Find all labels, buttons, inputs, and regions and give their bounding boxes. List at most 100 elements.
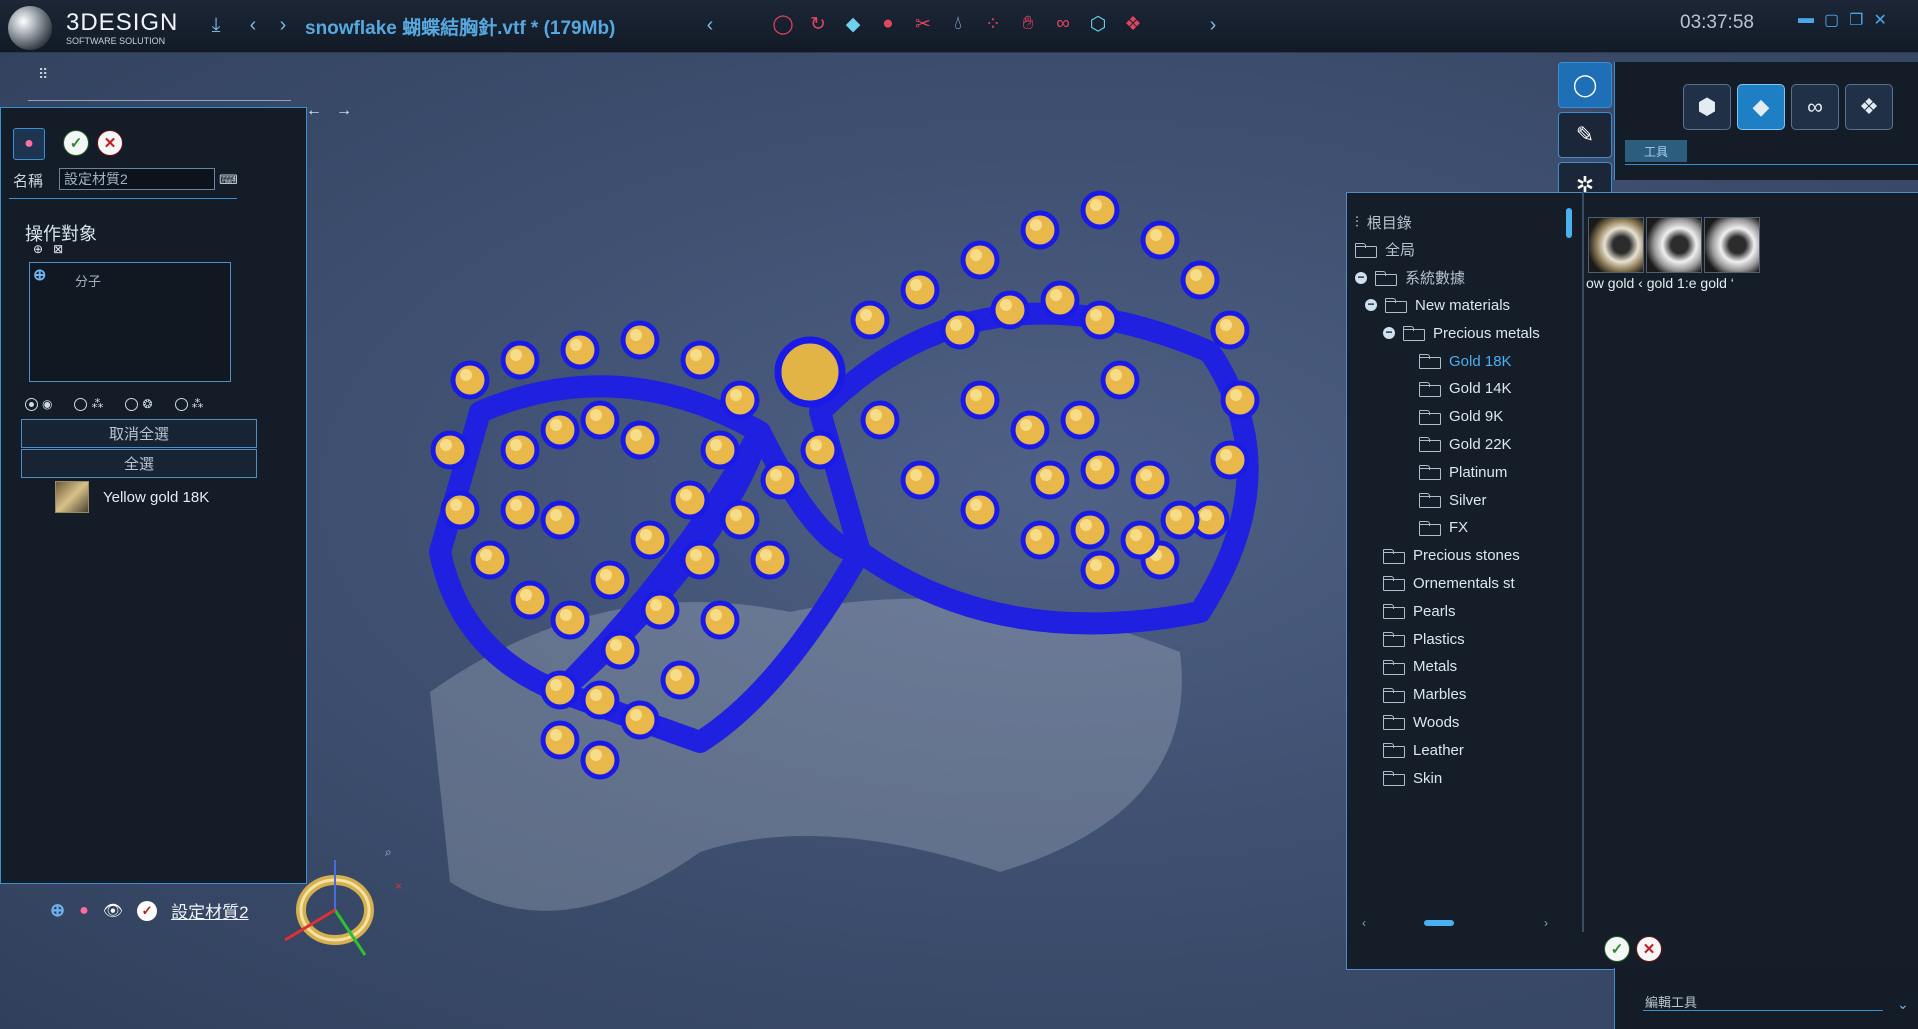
- gear-ring-icon[interactable]: ↻: [805, 10, 831, 38]
- gem-stone[interactable]: [540, 410, 580, 450]
- restore-icon[interactable]: ❐: [1849, 10, 1863, 30]
- gem-stone[interactable]: [500, 430, 540, 470]
- gem-stone[interactable]: [960, 240, 1000, 280]
- active-material-label[interactable]: 設定材質2: [171, 898, 248, 923]
- save-icon[interactable]: ⤓: [203, 12, 229, 38]
- select-all-button[interactable]: 全選: [21, 449, 257, 478]
- object-list[interactable]: ⊕ 分子: [29, 262, 231, 382]
- gem-stone[interactable]: [580, 740, 620, 780]
- grid-menu-icon[interactable]: ⠿: [38, 66, 48, 83]
- browser-confirm-button[interactable]: ✓: [1604, 936, 1630, 962]
- gem-stone[interactable]: [800, 430, 840, 470]
- ring-tool-button[interactable]: ◯: [1558, 62, 1612, 108]
- gem-stone[interactable]: [850, 300, 890, 340]
- gem-stone[interactable]: [540, 500, 580, 540]
- gem-stone[interactable]: [750, 540, 790, 580]
- collapse-icon[interactable]: −: [1383, 326, 1395, 340]
- gem-stone[interactable]: [900, 270, 940, 310]
- toolbar-scroll-left-icon[interactable]: ‹: [697, 12, 723, 38]
- gem-stone[interactable]: [470, 540, 510, 580]
- multi-gem-icon[interactable]: ❖: [1120, 10, 1146, 38]
- gem-stone[interactable]: [440, 490, 480, 530]
- link-icon[interactable]: ∞: [1050, 10, 1076, 38]
- checkmark-icon[interactable]: ✓: [137, 900, 158, 921]
- mode-radio-2[interactable]: ⁂: [74, 397, 103, 411]
- close-icon[interactable]: ✕: [1873, 10, 1886, 30]
- gem-stone[interactable]: [500, 490, 540, 530]
- gem-stone[interactable]: [670, 480, 710, 520]
- remove-object-icon[interactable]: ⊠: [53, 242, 73, 256]
- toolbar-scroll-right-icon[interactable]: ›: [1200, 12, 1226, 38]
- gem-stone[interactable]: [1030, 460, 1070, 500]
- gem-stone[interactable]: [620, 320, 660, 360]
- panel-arrows[interactable]: ←→: [306, 102, 366, 120]
- gem-stone[interactable]: [660, 660, 700, 700]
- confirm-button[interactable]: ✓: [63, 130, 89, 156]
- material-thumbnail-rose-gold[interactable]: [1704, 217, 1760, 273]
- gem-stone[interactable]: [510, 580, 550, 620]
- material-thumbnail-white-gold[interactable]: [1646, 217, 1702, 273]
- gem-icon[interactable]: ◆: [840, 10, 866, 38]
- forward-icon[interactable]: ›: [270, 12, 296, 38]
- browser-cancel-button[interactable]: ✕: [1636, 936, 1662, 962]
- gem-stone[interactable]: [960, 490, 1000, 530]
- tree-item[interactable]: Skin: [1383, 761, 1442, 795]
- gem-stone[interactable]: [580, 400, 620, 440]
- gem-stone[interactable]: [540, 670, 580, 710]
- gem-stone[interactable]: [700, 600, 740, 640]
- gem-stone[interactable]: [590, 560, 630, 600]
- gem-stone[interactable]: [1210, 440, 1250, 480]
- chevron-down-icon[interactable]: ⌄: [1897, 996, 1909, 1013]
- cut-icon[interactable]: ✂: [910, 10, 936, 38]
- gem-stone[interactable]: [720, 380, 760, 420]
- back-icon[interactable]: ‹: [240, 12, 266, 38]
- gem-stone[interactable]: [1080, 550, 1120, 590]
- center-gem-stone[interactable]: [774, 336, 846, 408]
- draw-tool-button[interactable]: ✎: [1558, 112, 1612, 158]
- gem-stone[interactable]: [680, 340, 720, 380]
- shapes-icon[interactable]: ⬢: [1683, 84, 1731, 130]
- gem-stone[interactable]: [1080, 450, 1120, 490]
- gem-stone[interactable]: [1020, 210, 1060, 250]
- rings-icon[interactable]: ∞: [1791, 84, 1839, 130]
- gem-stone[interactable]: [580, 680, 620, 720]
- gem-stone[interactable]: [1120, 520, 1160, 560]
- gem-setting-icon[interactable]: ❖: [1845, 84, 1893, 130]
- tab-tools[interactable]: 工具: [1625, 140, 1687, 162]
- minimize-icon[interactable]: ▬: [1798, 10, 1814, 30]
- add-icon[interactable]: ⊕: [33, 265, 46, 285]
- gem-stone[interactable]: [500, 340, 540, 380]
- gem-stone[interactable]: [960, 380, 1000, 420]
- cube-icon[interactable]: ⬡: [1085, 10, 1111, 38]
- gem-stone[interactable]: [760, 460, 800, 500]
- gem-stone[interactable]: [560, 330, 600, 370]
- gem-stone[interactable]: [450, 360, 490, 400]
- collapse-icon[interactable]: −: [1355, 271, 1367, 284]
- gem-stone[interactable]: [720, 500, 760, 540]
- gem-stone[interactable]: [640, 590, 680, 630]
- tree-scrollbar[interactable]: [1566, 208, 1572, 238]
- gem-stone[interactable]: [860, 400, 900, 440]
- gem-stone[interactable]: [550, 600, 590, 640]
- material-icon[interactable]: ●: [79, 902, 89, 920]
- maximize-icon[interactable]: ▢: [1824, 10, 1839, 30]
- hand-icon[interactable]: ✋︎: [1015, 10, 1041, 38]
- gem-stone[interactable]: [1220, 380, 1260, 420]
- material-icon[interactable]: ●: [875, 10, 901, 38]
- cancel-button[interactable]: ✕: [97, 130, 123, 156]
- gem-stone[interactable]: [1060, 400, 1100, 440]
- gem-stone[interactable]: [1210, 310, 1250, 350]
- gem-stone[interactable]: [1160, 500, 1200, 540]
- add-object-icon[interactable]: ⊕: [33, 242, 53, 256]
- mode-radio-4[interactable]: ⁂: [174, 397, 204, 411]
- gem-stone[interactable]: [700, 430, 740, 470]
- gem-stone[interactable]: [540, 720, 580, 760]
- gem-stone[interactable]: [680, 540, 720, 580]
- gem-icon[interactable]: ◆: [1737, 84, 1785, 130]
- gem-stone[interactable]: [1070, 510, 1110, 550]
- add-icon[interactable]: ⊕: [50, 900, 65, 921]
- gem-stone[interactable]: [630, 520, 670, 560]
- gem-stone[interactable]: [990, 290, 1030, 330]
- keyboard-icon[interactable]: ⌨: [219, 172, 238, 188]
- dots-icon[interactable]: ⁘: [980, 10, 1006, 38]
